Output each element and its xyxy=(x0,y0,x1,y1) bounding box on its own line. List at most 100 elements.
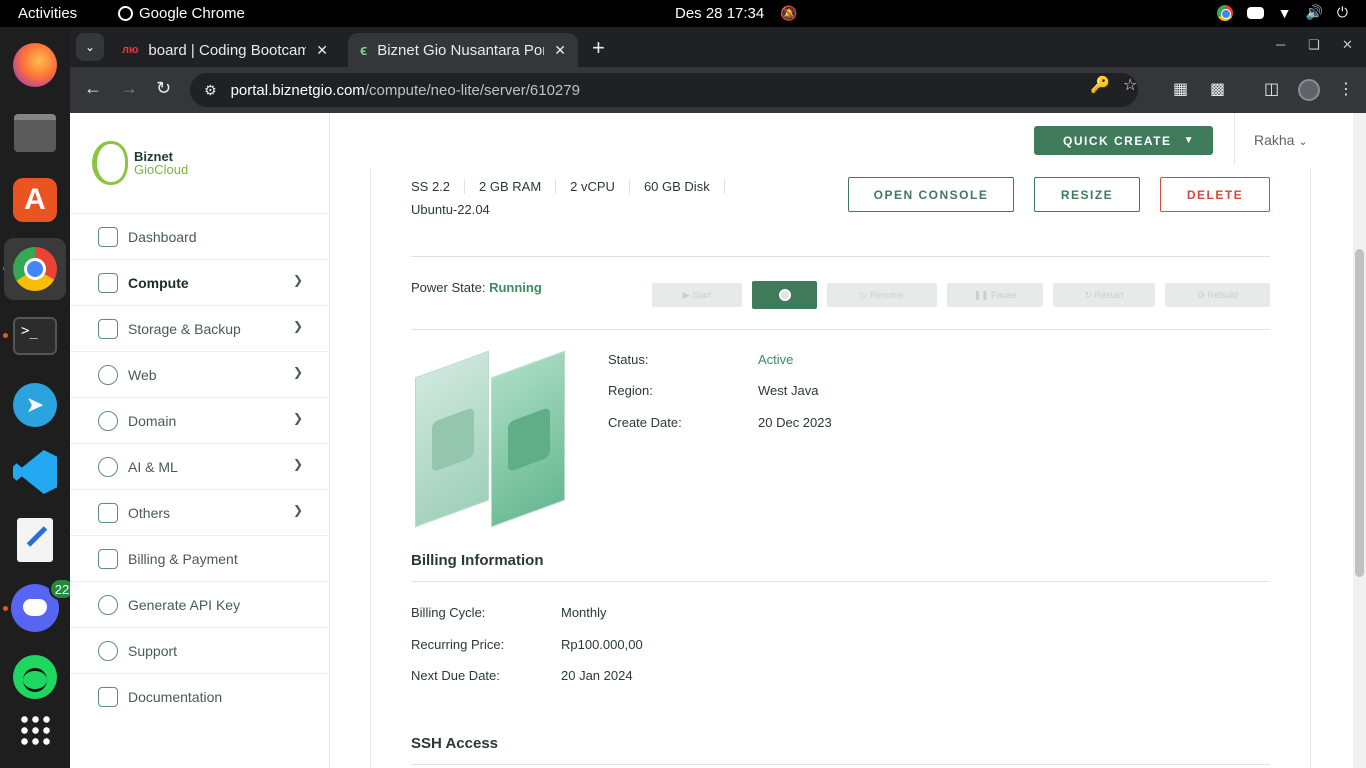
url-text[interactable]: portal.biznetgio.com/compute/neo-lite/se… xyxy=(231,82,580,99)
restart-button[interactable]: ↻ Restart xyxy=(1053,283,1155,307)
create-date-value: 20 Dec 2023 xyxy=(758,415,832,430)
user-name: Rakha xyxy=(1254,132,1295,148)
sidebar-item-others[interactable]: Others ❯ xyxy=(70,489,329,535)
tab-board[interactable]: лю board | Coding Bootcamp ✕ xyxy=(110,33,340,67)
create-date-label: Create Date: xyxy=(608,415,682,430)
sidebar-item-domain[interactable]: Domain ❯ xyxy=(70,397,329,443)
rebuild-button[interactable]: ⚙ Rebuild xyxy=(1165,283,1270,307)
chevron-down-icon: ❯ xyxy=(292,457,303,471)
user-menu[interactable]: Rakha ⌄ xyxy=(1254,132,1308,148)
activities-button[interactable]: Activities xyxy=(18,5,77,22)
dock-spotify[interactable] xyxy=(11,653,59,701)
power-state: Power State: Running xyxy=(411,280,542,295)
clock[interactable]: Des 28 17:34 xyxy=(675,5,764,22)
minimize-icon[interactable]: ─ xyxy=(1276,37,1285,52)
spec-vcpu: 2 vCPU xyxy=(556,179,630,194)
dock: A >_ ➤ 22 xyxy=(0,27,75,768)
sidebar-item-label: Web xyxy=(128,366,157,383)
chevron-down-icon: ❯ xyxy=(292,503,303,517)
sidebar-item-storage-backup[interactable]: Storage & Backup ❯ xyxy=(70,305,329,351)
scrollbar-thumb[interactable] xyxy=(1355,249,1364,577)
open-console-button[interactable]: OPEN CONSOLE xyxy=(848,177,1014,212)
translate-icon[interactable]: ▦ xyxy=(1173,79,1188,99)
storage-icon xyxy=(98,318,118,339)
play-icon: ▶ xyxy=(682,289,693,300)
stop-button[interactable] xyxy=(752,281,817,309)
biznet-logo-mark xyxy=(92,141,128,185)
new-tab-button[interactable]: + xyxy=(592,35,605,61)
vscode-icon xyxy=(13,450,57,494)
back-button[interactable]: ← xyxy=(84,78,102,99)
chrome-menu-icon[interactable]: ⋮ xyxy=(1338,79,1354,99)
dock-chrome[interactable] xyxy=(4,238,66,300)
dock-vscode[interactable] xyxy=(11,448,59,496)
quick-create-button[interactable]: QUICK CREATE ▼ xyxy=(1034,126,1213,155)
sidebar-item-label: Support xyxy=(128,642,178,659)
dock-firefox[interactable] xyxy=(11,41,59,89)
server-illustration xyxy=(411,349,581,528)
dock-files[interactable] xyxy=(11,109,59,157)
start-button[interactable]: ▶ Start xyxy=(652,283,742,307)
dock-discord[interactable]: 22 xyxy=(11,578,75,632)
bookmark-star-icon[interactable]: ☆ xyxy=(1123,75,1137,95)
site-info-icon[interactable]: ⚙ xyxy=(204,82,217,99)
power-state-label: Power State: xyxy=(411,280,486,295)
sidebar-item-compute[interactable]: Compute ❯ xyxy=(70,259,329,305)
resize-button[interactable]: RESIZE xyxy=(1034,177,1140,212)
sidebar-item-web[interactable]: Web ❯ xyxy=(70,351,329,397)
text-editor-icon xyxy=(17,518,53,562)
resume-button[interactable]: ▷ Resume xyxy=(827,283,937,307)
sidebar-item-dashboard[interactable]: Dashboard xyxy=(70,213,329,259)
chevron-down-icon: ❯ xyxy=(292,411,303,425)
close-window-icon[interactable]: ✕ xyxy=(1342,37,1353,53)
biznet-logo[interactable]: Biznet GioCloud xyxy=(92,141,188,185)
show-apps-button[interactable] xyxy=(11,706,59,754)
page-scrollbar[interactable] xyxy=(1353,113,1366,768)
chevron-down-icon: ⌄ xyxy=(84,40,96,54)
side-panel-icon[interactable]: ◫ xyxy=(1264,79,1279,99)
running-indicator xyxy=(3,333,8,338)
support-icon xyxy=(98,640,118,661)
divider xyxy=(411,329,1270,330)
address-bar[interactable]: ⚙ portal.biznetgio.com/compute/neo-lite/… xyxy=(190,73,1138,107)
profile-avatar[interactable] xyxy=(1298,79,1320,106)
maximize-icon[interactable]: ❏ xyxy=(1308,37,1320,53)
reload-button[interactable]: ↻ xyxy=(156,78,171,99)
dock-app-center[interactable]: A xyxy=(11,176,59,224)
tab-search-button[interactable]: ⌄ xyxy=(76,33,104,61)
server-os: Ubuntu-22.04 xyxy=(411,202,490,217)
delete-button[interactable]: DELETE xyxy=(1160,177,1270,212)
dock-terminal[interactable]: >_ xyxy=(11,312,59,360)
tab-biznet[interactable]: ϵ Biznet Gio Nusantara Portal ✕ xyxy=(348,33,578,67)
close-tab-icon[interactable]: ✕ xyxy=(316,42,328,59)
system-tray[interactable]: ▼ 🔊 ⏻ xyxy=(1216,4,1348,21)
page-content: Biznet GioCloud Dashboard Compute ❯ Stor… xyxy=(70,113,1366,768)
server-front-panel xyxy=(491,350,565,528)
discord-tray-icon[interactable] xyxy=(1246,6,1264,19)
sidebar-item-api-key[interactable]: Generate API Key xyxy=(70,581,329,627)
close-tab-icon[interactable]: ✕ xyxy=(554,42,566,59)
password-key-icon[interactable]: 🔑 xyxy=(1090,75,1110,95)
api-key-icon xyxy=(98,594,118,615)
region-label: Region: xyxy=(608,383,653,398)
wifi-icon: ▼ xyxy=(1277,4,1292,21)
sidebar-item-documentation[interactable]: Documentation xyxy=(70,673,329,719)
recurring-price-label: Recurring Price: xyxy=(411,637,505,652)
ai-icon xyxy=(98,456,118,477)
sidebar-item-ai-ml[interactable]: AI & ML ❯ xyxy=(70,443,329,489)
extensions-icon[interactable]: ▩ xyxy=(1210,79,1225,99)
biznet-favicon: ϵ xyxy=(360,41,368,59)
chrome-tray-icon[interactable] xyxy=(1216,4,1233,21)
app-name: Google Chrome xyxy=(139,5,245,22)
app-menu[interactable]: Google Chrome xyxy=(118,5,245,22)
chrome-app-icon xyxy=(118,6,133,21)
sidebar-item-billing[interactable]: Billing & Payment xyxy=(70,535,329,581)
pause-button[interactable]: ❚❚ Pause xyxy=(947,283,1043,307)
dock-telegram[interactable]: ➤ xyxy=(11,381,59,429)
spec-disk: 60 GB Disk xyxy=(630,179,725,194)
dock-text-editor[interactable] xyxy=(11,516,59,564)
sidebar-item-support[interactable]: Support xyxy=(70,627,329,673)
sidebar-item-label: Storage & Backup xyxy=(128,320,241,337)
forward-button[interactable]: → xyxy=(120,78,138,99)
power-icon: ⏻ xyxy=(1336,4,1348,20)
